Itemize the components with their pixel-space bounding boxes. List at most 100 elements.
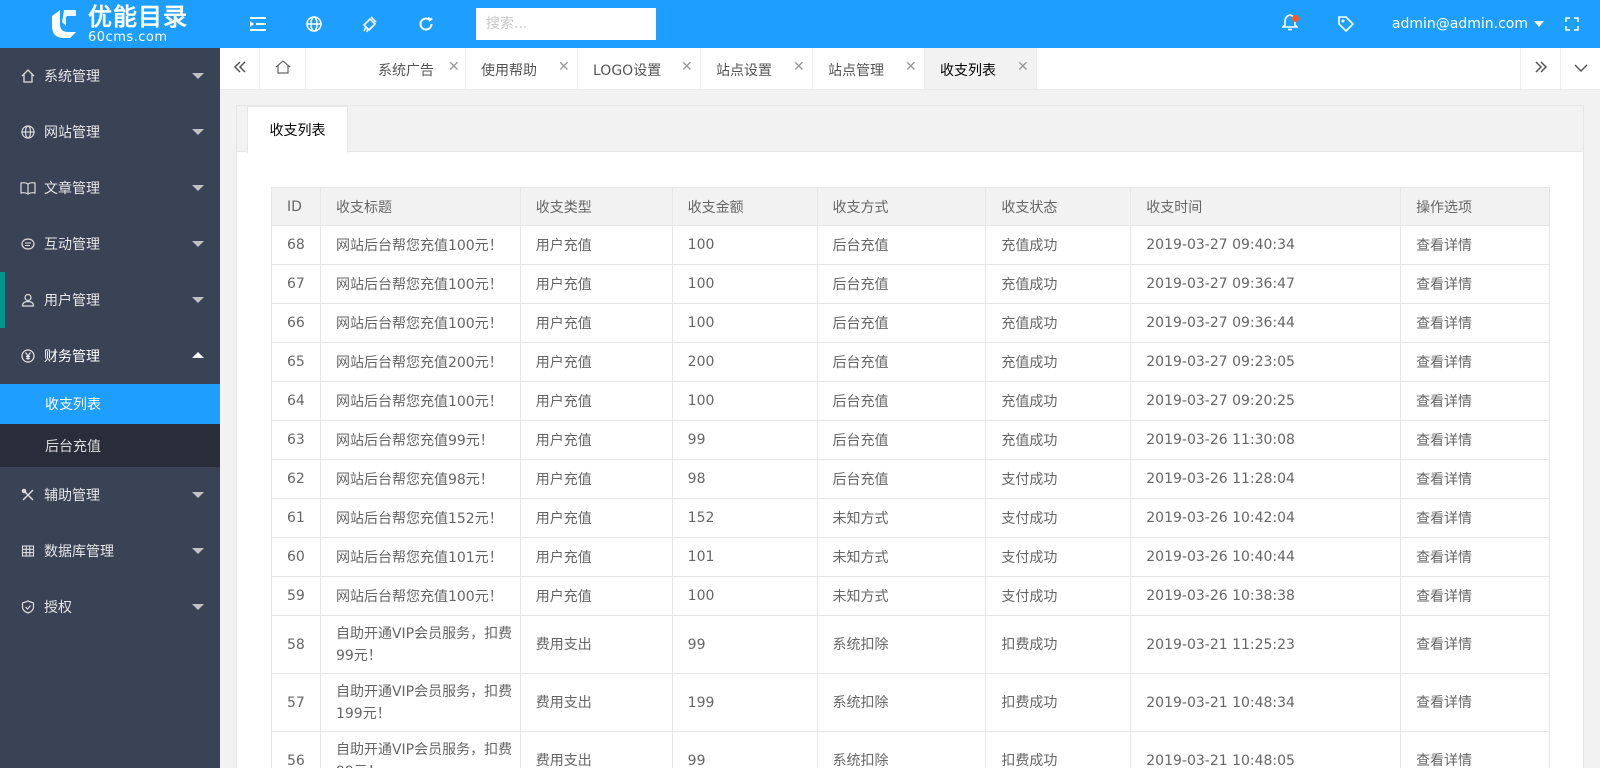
sidebar-subitem-recharge[interactable]: 后台充值 (0, 424, 220, 467)
cell-method: 后台充值 (816, 303, 987, 343)
sidebar-item-label: 财务管理 (44, 349, 100, 365)
shield-icon (20, 599, 36, 615)
menu-toggle-icon[interactable] (230, 0, 286, 48)
tab-home[interactable] (260, 48, 306, 89)
cell-status: 充值成功 (985, 420, 1132, 460)
cell-op[interactable]: 查看详情 (1400, 731, 1550, 768)
caret-down-icon (192, 129, 204, 135)
sidebar-item-interaction[interactable]: 互动管理 (0, 216, 220, 272)
cell-op[interactable]: 查看详情 (1400, 498, 1550, 538)
logo[interactable]: 优能目录 60cms.com (0, 0, 220, 48)
tab-ledger-list[interactable]: 收支列表 ✕ (925, 48, 1037, 89)
home-icon (20, 68, 36, 84)
close-icon[interactable]: ✕ (558, 59, 570, 75)
cell-method: 系统扣除 (816, 615, 987, 674)
cell-amount: 99 (671, 731, 818, 768)
clear-cache-icon[interactable] (342, 0, 398, 48)
cell-op[interactable]: 查看详情 (1400, 576, 1550, 616)
close-icon[interactable]: ✕ (448, 59, 460, 75)
cell-op[interactable]: 查看详情 (1400, 420, 1550, 460)
cell-title: 自助开通VIP会员服务，扣费199元！ (319, 673, 521, 732)
notification-button[interactable] (1262, 0, 1318, 48)
tab-logo-settings[interactable]: LOGO设置 ✕ (578, 48, 701, 89)
cell-title: 网站后台帮您充值100元！ (319, 225, 521, 265)
cell-method: 后台充值 (816, 264, 987, 304)
top-header: 优能目录 60cms.com admin@admin.com (0, 0, 1600, 48)
tab-system-ads[interactable]: 系统广告 ✕ (306, 48, 466, 89)
sidebar-item-auxiliary[interactable]: 辅助管理 (0, 467, 220, 523)
cell-method: 后台充值 (816, 225, 987, 265)
close-icon[interactable]: ✕ (793, 59, 805, 75)
refresh-icon[interactable] (398, 0, 454, 48)
table-row: 59 网站后台帮您充值100元！ 用户充值 100 未知方式 支付成功 2019-03-26… (271, 576, 1550, 616)
sidebar-item-license[interactable]: 授权 (0, 579, 220, 635)
ledger-table: ID 收支标题 收支类型 收支金额 收支方式 收支状态 收支时间 操作选项 68… (271, 187, 1550, 768)
cell-op[interactable]: 查看详情 (1400, 615, 1550, 674)
cell-time: 2019-03-27 09:20:25 (1130, 381, 1402, 421)
cell-op[interactable]: 查看详情 (1400, 381, 1550, 421)
cell-method: 系统扣除 (816, 731, 987, 768)
cell-id: 63 (271, 420, 321, 460)
cell-status: 充值成功 (985, 303, 1132, 343)
caret-down-icon (192, 548, 204, 554)
table-row: 56自助开通VIP会员服务，扣费99元！费用支出99系统扣除扣费成功2019-0… (271, 731, 1550, 768)
table-row: 63 网站后台帮您充值99元！ 用户充值 99 后台充值 充值成功 2019-03-26 1… (271, 420, 1550, 460)
fullscreen-icon[interactable] (1544, 0, 1600, 48)
close-icon[interactable]: ✕ (1017, 59, 1029, 75)
cell-time: 2019-03-27 09:36:44 (1130, 303, 1402, 343)
column-header-amount: 收支金额 (671, 187, 818, 226)
tabs-menu-button[interactable] (1560, 48, 1600, 89)
card-tab-bar: 收支列表 (237, 106, 1583, 153)
table-row: 57 自助开通VIP会员服务，扣费199元！ 费用支出 199 系统扣除 扣费成功 2019… (271, 673, 1550, 732)
tab-help[interactable]: 使用帮助 ✕ (466, 48, 578, 89)
cell-time: 2019-03-26 11:28:04 (1130, 459, 1402, 499)
page-tabs: 系统广告 ✕ 使用帮助 ✕ LOGO设置 ✕ 站点设置 ✕ 站点管理 ✕ 收支列… (220, 48, 1600, 90)
table-row: 65 网站后台帮您充值200元！ 用户充值 200 后台充值 充值成功 2019-03-27… (271, 342, 1550, 382)
close-icon[interactable]: ✕ (681, 59, 693, 75)
tabs-scroll-right-button[interactable] (1520, 48, 1560, 89)
cell-amount: 200 (671, 342, 818, 382)
caret-down-icon (192, 185, 204, 191)
cell-op[interactable]: 查看详情 (1400, 537, 1550, 577)
content-card: 收支列表 ID 收支标题 收支类型 收支金额 收支方式 收支状态 收支时间 操作… (236, 105, 1584, 768)
search-input[interactable] (476, 8, 656, 40)
close-icon[interactable]: ✕ (905, 59, 917, 75)
cell-time: 2019-03-21 10:48:05 (1130, 731, 1402, 768)
cell-status: 支付成功 (985, 537, 1132, 577)
tab-site-management[interactable]: 站点管理 ✕ (813, 48, 925, 89)
tab-site-settings[interactable]: 站点设置 ✕ (701, 48, 813, 89)
cell-op[interactable]: 查看详情 (1400, 459, 1550, 499)
tabs-scroll-left-button[interactable] (220, 48, 260, 89)
cell-id: 56 (271, 731, 321, 768)
chat-icon (20, 236, 36, 252)
finance-submenu: 收支列表 后台充值 (0, 384, 220, 467)
yen-icon (20, 348, 36, 364)
cell-title: 网站后台帮您充值100元！ (319, 576, 521, 616)
sidebar-item-database[interactable]: 数据库管理 (0, 523, 220, 579)
cell-op[interactable]: 查看详情 (1400, 673, 1550, 732)
sidebar-item-system[interactable]: 系统管理 (0, 48, 220, 104)
cell-type: 用户充值 (519, 264, 673, 304)
cell-status: 充值成功 (985, 381, 1132, 421)
cell-status: 扣费成功 (985, 673, 1132, 732)
sidebar-item-user[interactable]: 用户管理 (0, 272, 220, 328)
sidebar-item-article[interactable]: 文章管理 (0, 160, 220, 216)
cell-op[interactable]: 查看详情 (1400, 264, 1550, 304)
sidebar-item-finance[interactable]: 财务管理 (0, 328, 220, 384)
sidebar-subitem-ledger[interactable]: 收支列表 (0, 384, 220, 424)
cell-type: 用户充值 (519, 459, 673, 499)
cell-op[interactable]: 查看详情 (1400, 342, 1550, 382)
user-menu[interactable]: admin@admin.com (1392, 16, 1544, 32)
cell-op[interactable]: 查看详情 (1400, 225, 1550, 265)
chevron-down-icon (1534, 21, 1544, 27)
home-icon (275, 59, 291, 78)
double-chevron-right-icon (1534, 60, 1548, 78)
card-tab-ledger[interactable]: 收支列表 (247, 106, 348, 153)
cell-status: 充值成功 (985, 264, 1132, 304)
cell-id: 60 (271, 537, 321, 577)
globe-icon[interactable] (286, 0, 342, 48)
cell-op[interactable]: 查看详情 (1400, 303, 1550, 343)
tag-icon[interactable] (1318, 0, 1374, 48)
cell-method: 后台充值 (816, 459, 987, 499)
sidebar-item-website[interactable]: 网站管理 (0, 104, 220, 160)
